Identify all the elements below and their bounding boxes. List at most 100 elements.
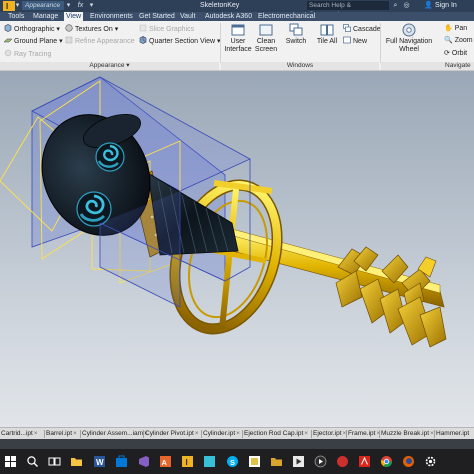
tile-all-label: Tile All	[316, 38, 338, 45]
media-player-icon[interactable]	[314, 455, 327, 468]
dropdown-arrow-icon[interactable]: ▾	[64, 1, 73, 10]
tab-view[interactable]: View	[64, 12, 84, 21]
tab-electromechanical[interactable]: Electromechanical	[258, 12, 315, 21]
doc-tab-label: Hammer.ipt	[436, 430, 470, 437]
store-icon[interactable]	[115, 455, 128, 468]
close-icon[interactable]: ×	[34, 430, 38, 437]
slice-icon	[139, 24, 147, 32]
navigate-panel-label: Navigate	[445, 62, 471, 69]
close-icon[interactable]: ×	[236, 430, 240, 437]
doc-tab[interactable]: Ejection Rod Cap.ipt×	[243, 429, 309, 439]
full-navigation-wheel-button[interactable]: Full Navigation Wheel	[384, 23, 434, 54]
more-icon[interactable]: ▾	[87, 1, 96, 10]
user-interface-label-1: User	[230, 38, 246, 45]
switch-button[interactable]: Switch	[282, 23, 310, 46]
file-explorer-icon[interactable]	[70, 455, 83, 468]
clean-screen-button[interactable]: Clean Screen	[253, 23, 279, 54]
doc-tab[interactable]: Ejector.ipt×	[312, 429, 347, 439]
tab-vault[interactable]: Vault	[180, 12, 195, 21]
new-window-label: New	[353, 38, 368, 45]
app-icon[interactable]	[248, 455, 261, 468]
photoshop-icon[interactable]: A	[159, 455, 172, 468]
ground-plane-button[interactable]: Ground Plane ▾	[4, 36, 63, 46]
ribbon-panel: Orthographic ▾ Textures On ▾ Ground Plan…	[0, 21, 474, 71]
tile-all-button[interactable]: Tile All	[313, 23, 341, 46]
tab-manage[interactable]: Manage	[33, 12, 58, 21]
refine-appearance-button[interactable]: Refine Appearance	[65, 36, 135, 46]
firefox-icon[interactable]	[402, 455, 415, 468]
windows-taskbar: W A I S	[0, 449, 474, 474]
ribbon-tabs: Tools Manage View Environments Get Start…	[0, 12, 474, 21]
zoom-button[interactable]: 🔍 Zoom	[444, 36, 473, 45]
doc-tab[interactable]: Cylinder Assem...iam×	[81, 429, 149, 439]
doc-tab[interactable]: Muzzle Break.ipt×	[380, 429, 435, 439]
tab-tools[interactable]: Tools	[8, 12, 24, 21]
word-icon[interactable]: W	[93, 455, 106, 468]
doc-tab[interactable]: Barrel.ipt×	[45, 429, 78, 439]
account-icon[interactable]: 👤	[424, 1, 433, 10]
user-interface-icon	[231, 24, 245, 36]
cube-icon	[4, 24, 12, 32]
user-interface-button[interactable]: User Interface	[224, 23, 252, 54]
orbit-button[interactable]: ⟳ Orbit	[444, 49, 467, 58]
binoculars-icon[interactable]: ◎	[402, 1, 411, 10]
dropdown-arrow-icon[interactable]: ▾	[13, 1, 22, 10]
textures-on-button[interactable]: Textures On ▾	[65, 24, 118, 34]
doc-tab[interactable]: Frame.ipt×	[347, 429, 381, 439]
close-icon[interactable]: ×	[195, 430, 199, 437]
quarter-section-view-button[interactable]: Quarter Section View ▾	[139, 36, 220, 46]
doc-tab[interactable]: Hammer.ipt	[435, 429, 470, 439]
close-icon[interactable]: ×	[73, 430, 77, 437]
hand-icon: ✋	[444, 25, 453, 32]
texture-icon	[65, 24, 73, 32]
search-icon[interactable]: ⌕	[391, 1, 400, 10]
zoom-icon: 🔍	[444, 37, 453, 44]
cascade-button[interactable]: Cascade	[343, 24, 381, 34]
skype-icon[interactable]: S	[226, 455, 239, 468]
pdf-icon[interactable]	[358, 455, 371, 468]
sign-in-link[interactable]: Sign In	[435, 1, 457, 11]
doc-tab-label: Cylinder Pivot.ipt	[145, 430, 194, 437]
tab-autodesk-a360[interactable]: Autodesk A360	[205, 12, 252, 21]
task-view-icon[interactable]	[48, 455, 61, 468]
cascade-icon	[343, 24, 351, 32]
inventor-icon[interactable]: I	[181, 455, 194, 468]
autodesk-icon[interactable]	[203, 455, 216, 468]
new-window-button[interactable]: New	[343, 36, 367, 46]
full-navigation-label-2: Wheel	[399, 46, 419, 53]
fx-icon[interactable]: fx	[76, 1, 85, 10]
slice-graphics-button[interactable]: Slice Graphics	[139, 24, 194, 34]
close-icon[interactable]: ×	[304, 430, 308, 437]
media-icon[interactable]	[292, 455, 305, 468]
switch-label: Switch	[285, 38, 307, 45]
pan-button[interactable]: ✋ Pan	[444, 24, 467, 33]
navigate-panel-title[interactable]: Navigate	[381, 62, 474, 70]
pan-label: Pan	[454, 25, 468, 32]
folder-icon[interactable]	[270, 455, 283, 468]
refine-icon	[65, 36, 73, 44]
doc-tab[interactable]: Cylinder.ipt×	[202, 429, 241, 439]
apps-icon[interactable]	[336, 455, 349, 468]
quarter-section-view-label: Quarter Section View	[149, 38, 216, 45]
settings-icon[interactable]	[424, 455, 437, 468]
windows-panel-title[interactable]: Windows	[221, 62, 379, 70]
doc-tab[interactable]: Cylinder Pivot.ipt×	[144, 429, 200, 439]
ray-tracing-button[interactable]: Ray Tracing	[4, 49, 51, 59]
switch-windows-icon	[289, 23, 303, 36]
svg-text:I: I	[186, 458, 188, 467]
chrome-icon[interactable]	[380, 455, 393, 468]
doc-tab[interactable]: Cartrid...ipt×	[0, 429, 39, 439]
graphics-viewport[interactable]	[0, 71, 474, 427]
search-icon[interactable]	[26, 455, 39, 468]
ground-plane-icon	[4, 38, 12, 43]
tab-environments[interactable]: Environments	[90, 12, 133, 21]
visual-studio-icon[interactable]	[137, 455, 150, 468]
panel-divider	[380, 23, 381, 63]
windows-start-icon[interactable]	[4, 455, 17, 468]
tab-get-started[interactable]: Get Started	[139, 12, 175, 21]
help-search-input[interactable]: Search Help & Commands...	[307, 1, 389, 18]
orthographic-button[interactable]: Orthographic ▾	[4, 24, 60, 34]
appearance-panel-title[interactable]: Appearance ▾	[0, 62, 219, 70]
document-tab-bar: Cartrid...ipt× Barrel.ipt× Cylinder Asse…	[0, 427, 474, 439]
quick-access-appearance-dropdown[interactable]: Appearance	[22, 1, 64, 10]
